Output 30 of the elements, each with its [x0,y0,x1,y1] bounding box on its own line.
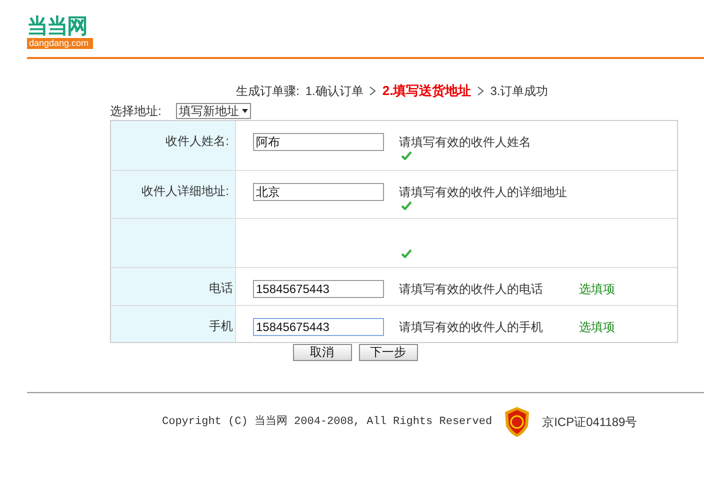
step-item: 3.订单成功 [490,83,548,100]
address-select[interactable]: 填写新地址 [176,102,251,118]
police-badge-icon [504,406,530,438]
label-cell: 手机 [111,306,236,342]
input-field[interactable]: 15845675443 [253,318,384,336]
label-cell: 收件人详细地址: [111,171,236,218]
hint-text: 请填写有效的收件人的手机 [399,319,544,336]
logo-text: 当当网 [27,16,88,38]
optional-label: 选填项 [579,319,615,336]
step-item: 1.确认订单 [305,83,364,100]
input-field[interactable]: 北京 [253,183,384,201]
logo-domain: dangdang.com [27,38,93,49]
address-label: 选择地址: [110,102,162,120]
form-button[interactable]: 取消 [292,344,352,361]
hint-text: 请填写有效的收件人姓名 [399,134,532,151]
license-text: 京ICP证041189号 [542,414,638,431]
hint-text: 请填写有效的收件人的电话 [399,281,544,298]
input-field[interactable]: 15845675443 [253,280,384,298]
input-field[interactable]: 阿布 [253,133,384,151]
label-cell: 收件人姓名: [111,121,236,170]
chevron-icon [477,86,484,96]
caret-icon [242,108,248,112]
copyright-text: Copyright (C) 当当网 2004-2008, All Rights Reserved [162,414,492,430]
label-cell: 电话 [111,268,236,305]
step-item: 2.填写送货地址 [382,82,472,100]
optional-label: 选填项 [579,281,615,298]
chevron-icon [369,86,376,96]
form-button[interactable]: 下一步 [358,344,418,361]
hint-text: 请填写有效的收件人的详细地址 [399,184,568,201]
steps-label: 生成订单骤: [236,83,300,100]
